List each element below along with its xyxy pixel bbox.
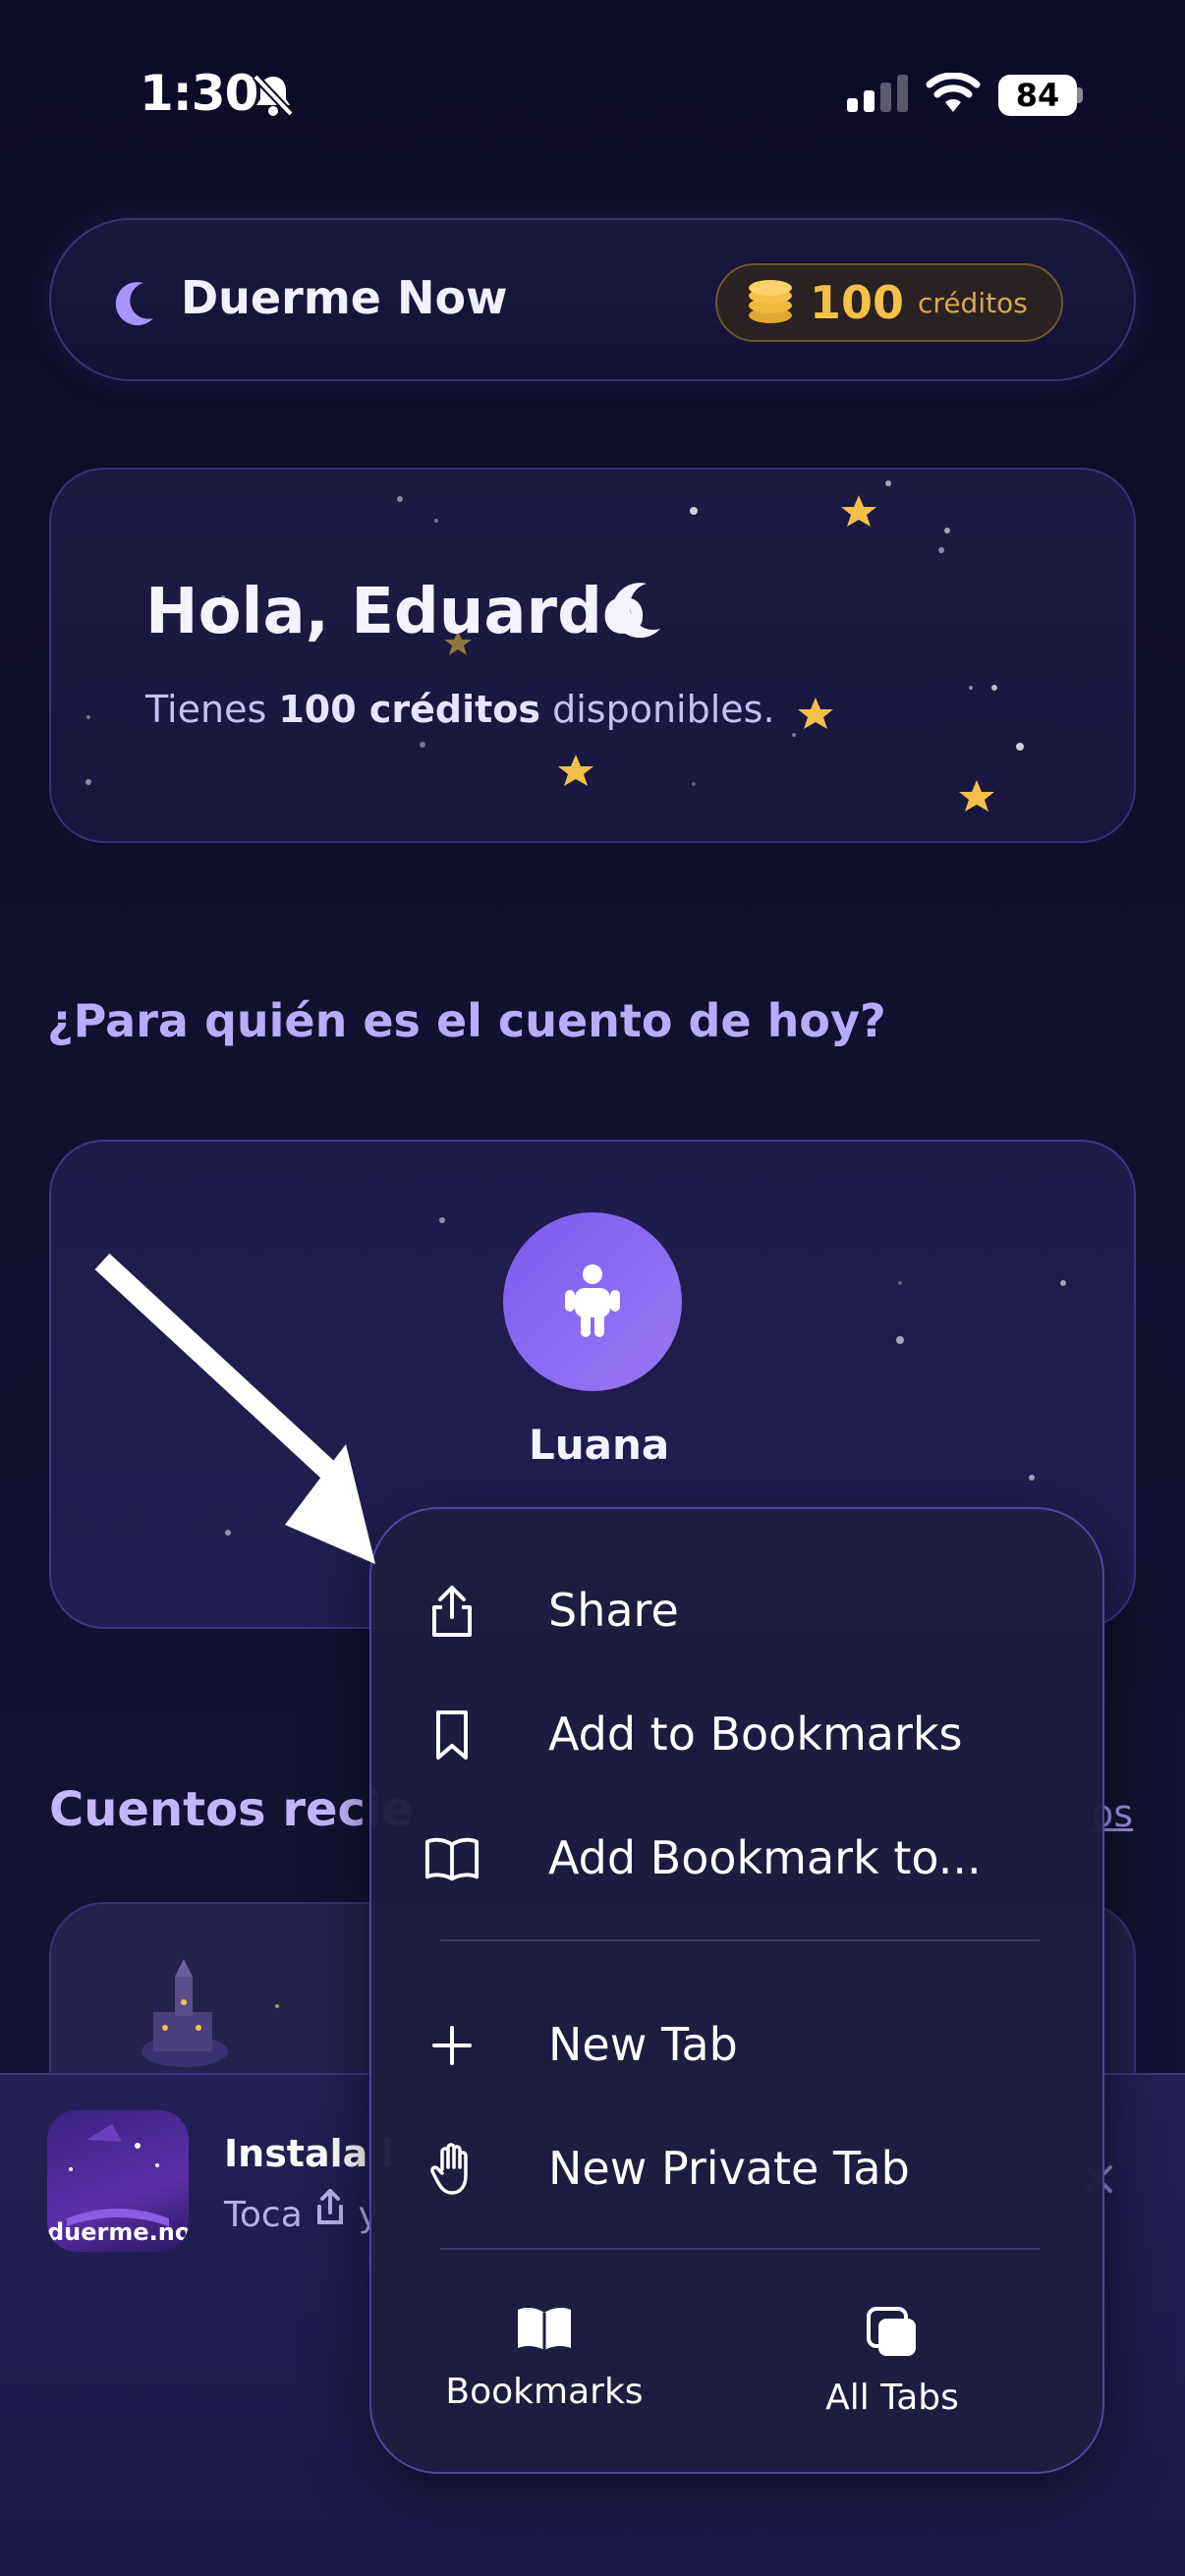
share-icon (424, 1584, 480, 1639)
section-question: ¿Para quién es el cuento de hoy? (47, 994, 886, 1047)
bell-muted-icon (252, 73, 295, 122)
child-name: Luana (529, 1421, 670, 1469)
menu-item-add-to-bookmarks[interactable]: Add to Bookmarks (371, 1680, 1106, 1788)
bookmarks-label: Bookmarks (445, 2372, 644, 2412)
coins-icon (745, 276, 796, 329)
share-upload-icon (313, 2188, 358, 2235)
pointer-arrow-annotation (88, 1248, 462, 1586)
menu-item-label: Add Bookmark to... (548, 1831, 982, 1884)
plus-icon (424, 2018, 480, 2073)
menu-item-label: Share (548, 1584, 679, 1637)
menu-item-label: New Private Tab (548, 2142, 910, 2195)
greeting-title: Hola, Eduardo (145, 576, 646, 648)
install-subtitle: Toca y (224, 2188, 379, 2235)
hand-icon (424, 2142, 480, 2197)
open-book-icon (424, 1831, 480, 1886)
install-title: Instala l (224, 2132, 394, 2175)
menu-item-new-tab[interactable]: New Tab (371, 1990, 1106, 2099)
all-tabs-label: All Tabs (825, 2378, 959, 2418)
all-tabs-icon (865, 2305, 920, 2364)
credits-badge[interactable]: 100 créditos (715, 263, 1063, 342)
bookmark-icon (424, 1708, 480, 1763)
bookmarks-book-icon (515, 2305, 574, 2358)
crescent-moon-icon (607, 580, 664, 644)
battery-indicator: 84 (998, 75, 1077, 116)
app-icon: duerme.now (47, 2110, 189, 2252)
greeting-card (49, 468, 1136, 843)
child-person-icon (565, 1264, 620, 1337)
status-time: 1:30 (140, 65, 258, 122)
battery-cap (1077, 87, 1083, 103)
starfield-decoration (85, 480, 1024, 812)
cellular-signal-icon (847, 75, 908, 112)
wifi-icon (926, 72, 981, 118)
menu-item-share[interactable]: Share (371, 1556, 1106, 1664)
menu-item-label: Add to Bookmarks (548, 1708, 963, 1761)
browser-context-menu: Share Add to Bookmarks Add Bookmark to..… (369, 1507, 1104, 2474)
greeting-subtitle: Tienes 100 créditos disponibles. (145, 688, 775, 731)
recent-stories-title: Cuentos recie (49, 1782, 415, 1837)
menu-divider (440, 2248, 1040, 2250)
credits-label: créditos (918, 286, 1028, 319)
menu-item-new-private-tab[interactable]: New Private Tab (371, 2114, 1106, 2222)
menu-item-label: New Tab (548, 2018, 738, 2071)
all-tabs-button[interactable]: All Tabs (774, 2305, 1010, 2452)
app-icon-label: duerme.now (47, 2218, 189, 2246)
app-title: Duerme Now (181, 271, 508, 324)
child-avatar[interactable] (503, 1212, 682, 1391)
bookmarks-button[interactable]: Bookmarks (426, 2305, 662, 2452)
menu-divider (440, 1939, 1040, 1941)
credits-count: 100 (810, 276, 905, 329)
moon-icon (114, 279, 157, 330)
menu-item-add-bookmark-to[interactable]: Add Bookmark to... (371, 1804, 1106, 1912)
